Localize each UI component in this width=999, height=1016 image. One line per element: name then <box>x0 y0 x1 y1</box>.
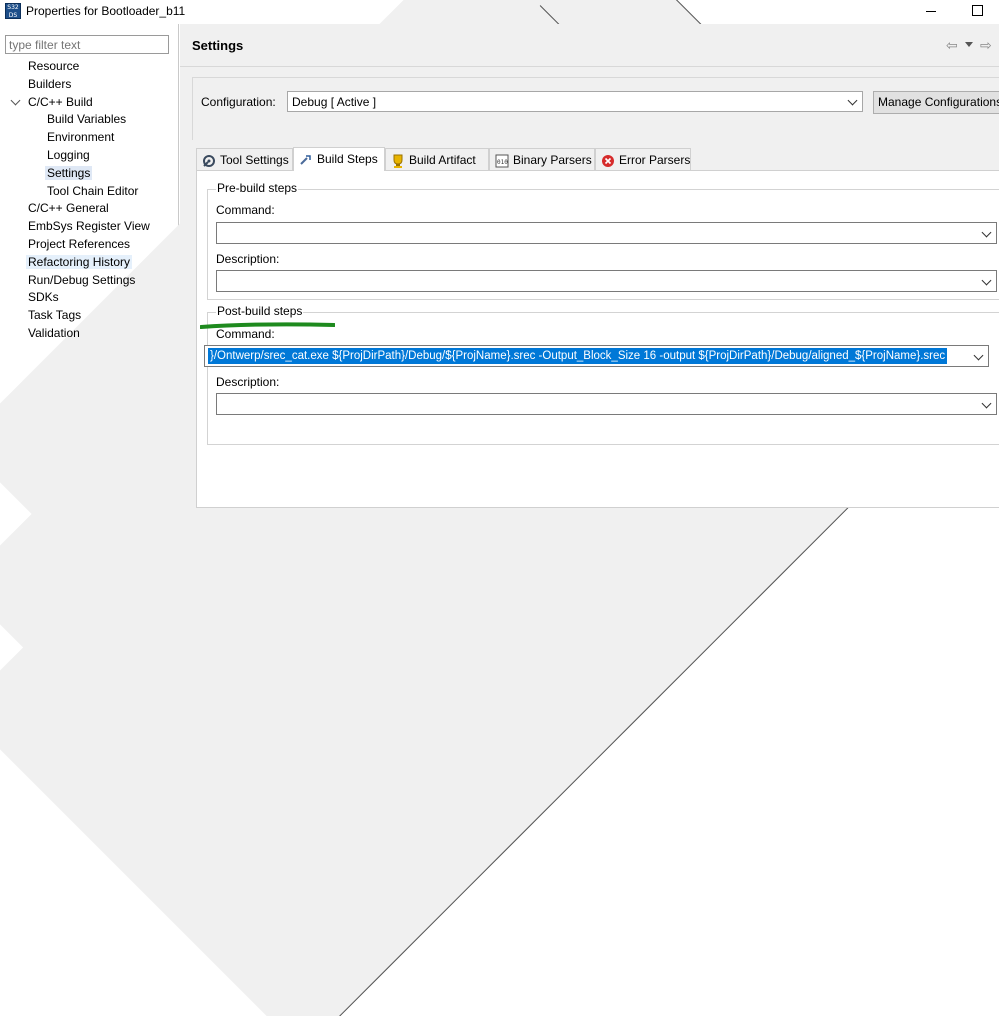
tree-item[interactable]: Settings <box>45 165 93 182</box>
tree-item-label: Project References <box>28 237 131 251</box>
pre-build-command-field[interactable] <box>216 222 997 244</box>
tree-item[interactable]: EmbSys Register View <box>26 218 152 235</box>
tree-item-label: EmbSys Register View <box>28 219 150 234</box>
left-panel: Resource Builders C/C++ Build Build Variabl… <box>0 0 884 1016</box>
post-build-title: Post-build steps <box>216 304 304 318</box>
pre-build-title: Pre-build steps <box>216 181 299 195</box>
back-arrow-icon[interactable]: ⇦ <box>946 37 958 54</box>
annotation-underline <box>200 322 335 329</box>
tab-error-parsers[interactable]: Error Parsers <box>595 148 691 170</box>
pre-build-group: Pre-build steps Command: Description: <box>207 181 999 300</box>
tree-item[interactable]: Validation <box>0 130 884 1016</box>
tree-item[interactable]: Run/Debug Settings <box>26 272 137 289</box>
tree-item[interactable]: C/C++ General <box>0 5 884 929</box>
build-steps-icon <box>299 152 313 166</box>
pre-build-description-label: Description: <box>216 252 280 266</box>
tab-label: Build Artifact <box>409 153 476 167</box>
chevron-down-icon <box>847 95 858 106</box>
tree-item-label: C/C++ General <box>28 201 109 216</box>
page-title: Settings <box>192 38 244 53</box>
chevron-down-icon[interactable] <box>981 398 992 409</box>
tab-build-steps[interactable]: Build Steps <box>293 147 385 171</box>
tree-item[interactable]: Refactoring History <box>26 254 133 271</box>
pre-build-command-label: Command: <box>216 203 275 217</box>
chevron-down-icon[interactable] <box>973 350 984 361</box>
build-steps-panel: Pre-build steps Command: Description: Po… <box>196 170 999 508</box>
error-parsers-icon <box>601 153 615 167</box>
dropdown-icon[interactable] <box>965 42 973 47</box>
post-build-command-field[interactable]: }/Ontwerp/srec_cat.exe ${ProjDirPath}/De… <box>204 345 989 367</box>
chevron-down-icon[interactable] <box>981 275 992 286</box>
tab-label: Build Steps <box>317 152 378 166</box>
tree-item[interactable]: Builders <box>26 76 73 93</box>
filter-input[interactable] <box>5 35 169 54</box>
app-icon: S32 DS <box>5 3 21 19</box>
tree-item[interactable]: Build Variables <box>45 111 128 128</box>
tree-item-label: Build Variables <box>47 112 127 127</box>
post-build-description-label: Description: <box>216 375 280 389</box>
tree-item-label: Resource <box>28 59 80 73</box>
window-title: Properties for Bootloader_b11 <box>26 4 186 18</box>
minimize-button[interactable] <box>921 2 941 20</box>
tab-label: Tool Settings <box>220 153 289 167</box>
tool-settings-icon <box>202 153 216 167</box>
tree-item-label: Refactoring History <box>26 254 133 269</box>
tab-label: Binary Parsers <box>513 153 592 167</box>
tree-item[interactable]: C/C++ Build <box>10 94 95 111</box>
tree-item-label: Run/Debug Settings <box>28 272 136 287</box>
tree-item-label: Settings <box>45 165 93 180</box>
tab-tool-settings[interactable]: Tool Settings <box>196 148 293 170</box>
tab-label: Error Parsers <box>619 153 691 167</box>
tab-build-artifact[interactable]: Build Artifact <box>385 148 489 170</box>
tree-item[interactable]: Project References <box>26 236 132 253</box>
tree-item-label: Tool Chain Editor <box>47 183 139 198</box>
right-panel: Settings ⇦ ⇨ Configuration: Debug [ Acti… <box>180 24 999 508</box>
tree-item-label: Builders <box>28 76 72 91</box>
tree-item[interactable]: Logging <box>45 147 92 164</box>
configuration-value: Debug [ Active ] <box>292 95 377 109</box>
configuration-bar: Configuration: Debug [ Active ] Manage C… <box>192 77 999 140</box>
tab-binary-parsers[interactable]: 010 Binary Parsers <box>489 148 595 170</box>
build-artifact-icon <box>391 153 405 168</box>
tree-item-label: Logging <box>47 148 90 162</box>
configuration-select[interactable]: Debug [ Active ] <box>287 91 863 112</box>
manage-configurations-button[interactable]: Manage Configurations... <box>873 91 999 114</box>
forward-arrow-icon[interactable]: ⇨ <box>980 37 992 54</box>
binary-parsers-icon: 010 <box>495 153 509 168</box>
post-build-command-value: }/Ontwerp/srec_cat.exe ${ProjDirPath}/De… <box>208 348 948 364</box>
page-header: Settings ⇦ ⇨ <box>180 24 999 67</box>
configuration-label: Configuration: <box>201 95 276 109</box>
post-build-group: Post-build steps Command: }/Ontwerp/srec… <box>204 304 999 445</box>
tree-item[interactable]: Environment <box>45 129 116 146</box>
chevron-down-icon[interactable] <box>981 227 992 238</box>
tree-item[interactable]: Tool Chain Editor <box>45 183 140 200</box>
tree-item[interactable]: Task Tags <box>26 307 83 324</box>
tree-item-label: Task Tags <box>28 308 82 323</box>
tree-item-label: SDKs <box>28 290 59 305</box>
chevron-down-icon[interactable] <box>10 95 21 106</box>
tree-item[interactable]: Resource <box>0 0 884 786</box>
post-build-description-field[interactable] <box>216 393 997 415</box>
post-build-command-label: Command: <box>216 327 275 341</box>
pre-build-description-field[interactable] <box>216 270 997 292</box>
maximize-button[interactable] <box>968 2 988 20</box>
tree-item-label: Environment <box>47 130 115 145</box>
svg-text:010: 010 <box>497 159 508 166</box>
tree-item-label: Validation <box>28 326 80 340</box>
tree-item[interactable]: SDKs <box>26 289 61 306</box>
tree-item-label: C/C++ Build <box>28 94 93 109</box>
